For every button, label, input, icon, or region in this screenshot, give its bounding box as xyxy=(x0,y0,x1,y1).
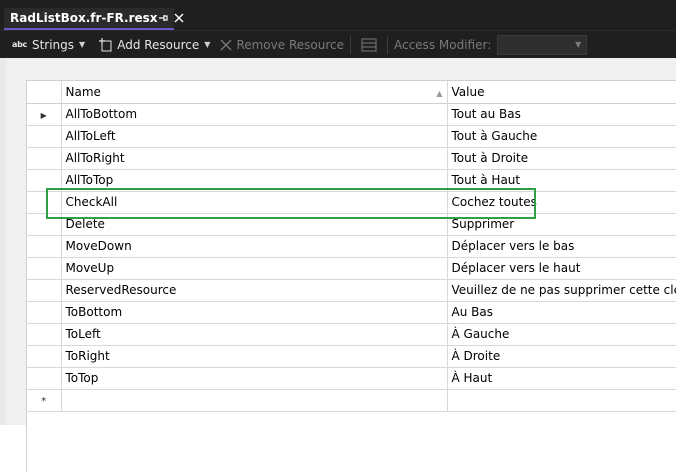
name-cell[interactable]: AllToRight xyxy=(61,147,448,170)
table-row[interactable]: MoveDown Déplacer vers le bas xyxy=(27,235,676,258)
row-header-corner xyxy=(27,81,62,104)
column-header-name[interactable]: Name ▲ xyxy=(61,81,448,104)
tab-bar: RadListBox.fr-FR.resx xyxy=(0,0,676,30)
row-selector-arrow-icon: ▶ xyxy=(40,111,47,120)
name-cell[interactable]: AllToBottom xyxy=(61,103,448,126)
access-modifier-select[interactable]: ▼ xyxy=(497,34,588,55)
column-header-name-label: Name xyxy=(65,84,101,99)
remove-resource-label: Remove Resource xyxy=(236,37,344,52)
row-header[interactable] xyxy=(27,279,62,302)
name-cell[interactable]: Delete xyxy=(61,213,448,236)
chevron-down-icon: ▼ xyxy=(204,40,211,49)
row-header[interactable] xyxy=(27,301,62,324)
name-cell[interactable]: ToLeft xyxy=(61,323,448,346)
name-cell[interactable]: AllToLeft xyxy=(61,125,448,148)
close-icon[interactable] xyxy=(174,11,184,25)
resource-toolbar: abc Strings ▼ Add Resource ▼ Remove Reso… xyxy=(0,30,676,58)
toolbar-separator xyxy=(349,35,351,54)
row-header[interactable] xyxy=(27,257,62,280)
grid-view-icon[interactable] xyxy=(361,38,377,52)
value-cell[interactable]: Supprimer xyxy=(447,213,676,236)
value-cell[interactable]: Au Bas xyxy=(447,301,676,324)
add-resource-button[interactable]: Add Resource ▼ xyxy=(117,38,210,52)
chevron-down-icon: ▼ xyxy=(575,40,582,49)
value-cell[interactable]: À Droite xyxy=(447,345,676,368)
value-cell[interactable]: Tout à Gauche xyxy=(447,125,676,148)
name-cell[interactable]: MoveUp xyxy=(61,257,448,280)
strings-label: Strings xyxy=(31,37,75,52)
resource-table: Name ▲ Value ▶ AllToBottom Tout au Bas A… xyxy=(27,81,676,412)
row-header[interactable] xyxy=(27,367,62,390)
access-modifier-label: Access Modifier: xyxy=(393,37,492,52)
name-cell[interactable]: ToTop xyxy=(61,367,448,390)
chevron-down-icon: ▼ xyxy=(79,40,86,49)
sort-ascending-icon: ▲ xyxy=(436,88,443,98)
name-cell[interactable]: MoveDown xyxy=(61,235,448,258)
table-row[interactable]: ToBottom Au Bas xyxy=(27,301,676,324)
editor-area: Name ▲ Value ▶ AllToBottom Tout au Bas A… xyxy=(0,58,676,472)
value-cell[interactable]: Déplacer vers le haut xyxy=(447,257,676,280)
resource-grid: Name ▲ Value ▶ AllToBottom Tout au Bas A… xyxy=(26,80,676,472)
document-tab[interactable]: RadListBox.fr-FR.resx xyxy=(4,8,184,30)
value-cell[interactable]: Déplacer vers le bas xyxy=(447,235,676,258)
remove-resource-button[interactable]: Remove Resource xyxy=(236,38,344,52)
value-cell[interactable]: Veuillez de ne pas supprimer cette clé. xyxy=(447,279,676,302)
value-cell[interactable]: À Haut xyxy=(447,367,676,390)
remove-icon xyxy=(220,39,232,51)
column-header-value[interactable]: Value xyxy=(447,81,676,104)
row-header[interactable] xyxy=(27,191,62,214)
name-cell[interactable]: ToRight xyxy=(61,345,448,368)
row-header[interactable] xyxy=(27,345,62,368)
table-row[interactable]: ▶ AllToBottom Tout au Bas xyxy=(27,103,676,126)
row-header[interactable]: * xyxy=(27,389,62,412)
name-cell[interactable]: CheckAll xyxy=(61,191,448,214)
row-header[interactable] xyxy=(27,147,62,170)
name-cell[interactable]: ToBottom xyxy=(61,301,448,324)
table-row[interactable]: AllToTop Tout à Haut xyxy=(27,169,676,192)
name-cell[interactable]: AllToTop xyxy=(61,169,448,192)
value-cell[interactable]: Tout au Bas xyxy=(447,103,676,126)
table-row[interactable]: CheckAll Cochez toutes xyxy=(27,191,676,214)
header-row: Name ▲ Value xyxy=(27,81,676,104)
value-cell[interactable]: À Gauche xyxy=(447,323,676,346)
table-row[interactable]: ReservedResource Veuillez de ne pas supp… xyxy=(27,279,676,302)
row-header[interactable] xyxy=(27,125,62,148)
row-header[interactable] xyxy=(27,323,62,346)
pin-icon[interactable] xyxy=(158,11,168,25)
add-resource-label: Add Resource xyxy=(117,37,200,52)
strings-dropdown[interactable]: Strings ▼ xyxy=(32,38,85,52)
toolbar-separator xyxy=(386,35,388,54)
new-row-star-icon: * xyxy=(41,396,47,407)
abc-icon: abc xyxy=(12,40,27,49)
table-row[interactable]: ToLeft À Gauche xyxy=(27,323,676,346)
new-row[interactable]: * xyxy=(27,389,676,412)
value-cell[interactable]: Tout à Droite xyxy=(447,147,676,170)
tab-title: RadListBox.fr-FR.resx xyxy=(10,11,158,25)
new-value-cell[interactable] xyxy=(447,389,676,412)
row-header[interactable]: ▶ xyxy=(27,103,62,126)
value-cell[interactable]: Tout à Haut xyxy=(447,169,676,192)
row-header[interactable] xyxy=(27,169,62,192)
name-cell[interactable]: ReservedResource xyxy=(61,279,448,302)
table-row[interactable]: Delete Supprimer xyxy=(27,213,676,236)
new-name-cell[interactable] xyxy=(61,389,448,412)
value-cell[interactable]: Cochez toutes xyxy=(447,191,676,214)
add-resource-icon xyxy=(99,37,113,52)
table-row[interactable]: AllToRight Tout à Droite xyxy=(27,147,676,170)
table-row[interactable]: ToRight À Droite xyxy=(27,345,676,368)
column-header-value-label: Value xyxy=(451,84,485,99)
row-header[interactable] xyxy=(27,235,62,258)
table-row[interactable]: AllToLeft Tout à Gauche xyxy=(27,125,676,148)
table-row[interactable]: MoveUp Déplacer vers le haut xyxy=(27,257,676,280)
table-row[interactable]: ToTop À Haut xyxy=(27,367,676,390)
row-header[interactable] xyxy=(27,213,62,236)
